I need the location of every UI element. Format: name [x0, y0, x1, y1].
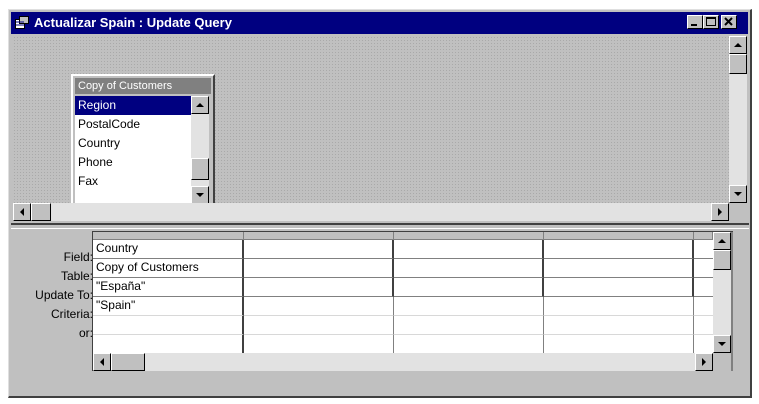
grid-cell-empty[interactable]	[694, 335, 713, 353]
column-selector[interactable]	[93, 232, 244, 240]
grid-horizontal-scrollbar[interactable]	[93, 353, 713, 371]
row-label-criteria: Criteria:	[50, 307, 93, 321]
up-arrow-icon	[718, 239, 726, 243]
grid-cell-table[interactable]	[694, 259, 713, 278]
table-pane-horizontal-scrollbar[interactable]	[13, 203, 729, 221]
right-arrow-icon	[718, 208, 722, 216]
grid-cell-field[interactable]	[394, 240, 544, 259]
left-arrow-icon	[20, 208, 24, 216]
grid-cell-field[interactable]	[694, 240, 713, 259]
field-item-region[interactable]: Region	[75, 96, 191, 115]
up-arrow-icon	[734, 43, 742, 47]
field-item-postalcode[interactable]: PostalCode	[75, 115, 191, 134]
grid-cell-field[interactable]	[544, 240, 694, 259]
field-list-window[interactable]: Copy of Customers Region PostalCode Coun…	[71, 74, 215, 206]
scroll-thumb[interactable]	[111, 353, 145, 371]
grid-cell-update-to[interactable]	[694, 278, 713, 297]
grid-cell-field[interactable]	[244, 240, 394, 259]
table-pane-vertical-scrollbar[interactable]	[729, 36, 747, 203]
grid-cell-criteria[interactable]: "Spain"	[93, 297, 244, 316]
grid-cell-criteria[interactable]	[694, 297, 713, 316]
grid-cell-or[interactable]	[694, 316, 713, 335]
scroll-thumb[interactable]	[191, 158, 209, 180]
query-icon	[15, 16, 29, 29]
window-title: Actualizar Spain : Update Query	[34, 15, 232, 30]
grid-cell-update-to[interactable]: "España"	[93, 278, 244, 297]
grid-cell-table[interactable]	[544, 259, 694, 278]
grid-cell-or[interactable]	[544, 316, 694, 335]
scroll-thumb[interactable]	[729, 54, 747, 74]
scroll-left-button[interactable]	[93, 353, 111, 371]
scroll-up-button[interactable]	[729, 36, 747, 54]
row-label-or: or:	[78, 326, 93, 340]
grid-cell-or[interactable]	[394, 316, 544, 335]
table-pane[interactable]: Copy of Customers Region PostalCode Coun…	[13, 36, 729, 206]
row-label-field: Field:	[63, 250, 93, 264]
grid-cell-criteria[interactable]	[394, 297, 544, 316]
grid-cell-empty[interactable]	[244, 335, 394, 353]
up-arrow-icon	[196, 103, 204, 107]
field-item-fax[interactable]: Fax	[75, 172, 191, 188]
field-item-phone[interactable]: Phone	[75, 153, 191, 172]
field-item-country[interactable]: Country	[75, 134, 191, 153]
scroll-thumb[interactable]	[713, 250, 731, 270]
grid-cell-criteria[interactable]	[244, 297, 394, 316]
grid-cell-field[interactable]: Country	[93, 240, 244, 259]
grid-cell-or[interactable]	[244, 316, 394, 335]
left-arrow-icon	[100, 358, 104, 366]
scroll-down-button[interactable]	[191, 186, 209, 204]
close-icon	[724, 17, 733, 26]
grid-cell-table[interactable]: Copy of Customers	[93, 259, 244, 278]
grid-cell-update-to[interactable]	[244, 278, 394, 297]
scroll-thumb[interactable]	[31, 203, 51, 221]
minimize-button[interactable]	[687, 15, 703, 29]
minimize-icon	[691, 24, 697, 26]
pane-splitter[interactable]	[11, 223, 749, 229]
grid-cell-table[interactable]	[244, 259, 394, 278]
scrollbar-corner	[729, 203, 747, 221]
row-label-table: Table:	[60, 269, 93, 283]
row-label-update-to: Update To:	[35, 288, 93, 302]
field-list-caption[interactable]: Copy of Customers	[75, 78, 211, 94]
down-arrow-icon	[718, 342, 726, 346]
close-button[interactable]	[721, 15, 737, 29]
grid-cell-empty[interactable]	[544, 335, 694, 353]
grid-cell-criteria[interactable]	[544, 297, 694, 316]
column-selector[interactable]	[244, 232, 394, 240]
scrollbar-corner	[713, 353, 731, 371]
grid-cell-empty[interactable]	[394, 335, 544, 353]
design-grid[interactable]: Country Copy of Customers "España" "Spai…	[93, 232, 713, 353]
down-arrow-icon	[734, 192, 742, 196]
scroll-down-button[interactable]	[729, 185, 747, 203]
maximize-icon	[706, 17, 716, 26]
grid-cell-update-to[interactable]	[394, 278, 544, 297]
title-bar[interactable]: Actualizar Spain : Update Query	[11, 12, 748, 34]
column-selector[interactable]	[694, 232, 713, 240]
scroll-right-button[interactable]	[711, 203, 729, 221]
grid-cell-or[interactable]	[93, 316, 244, 335]
column-selector[interactable]	[544, 232, 694, 240]
field-list-scrollbar[interactable]	[191, 96, 209, 204]
right-arrow-icon	[702, 358, 706, 366]
grid-cell-update-to[interactable]	[544, 278, 694, 297]
column-selector[interactable]	[394, 232, 544, 240]
field-list[interactable]: Region PostalCode Country Phone Fax	[75, 96, 191, 204]
scroll-up-button[interactable]	[713, 232, 731, 250]
scroll-left-button[interactable]	[13, 203, 31, 221]
scroll-up-button[interactable]	[191, 96, 209, 114]
scroll-right-button[interactable]	[695, 353, 713, 371]
down-arrow-icon	[196, 193, 204, 197]
maximize-button[interactable]	[703, 15, 719, 29]
grid-vertical-scrollbar[interactable]	[713, 232, 731, 353]
grid-cell-table[interactable]	[394, 259, 544, 278]
scroll-down-button[interactable]	[713, 335, 731, 353]
grid-cell-empty[interactable]	[93, 335, 244, 353]
